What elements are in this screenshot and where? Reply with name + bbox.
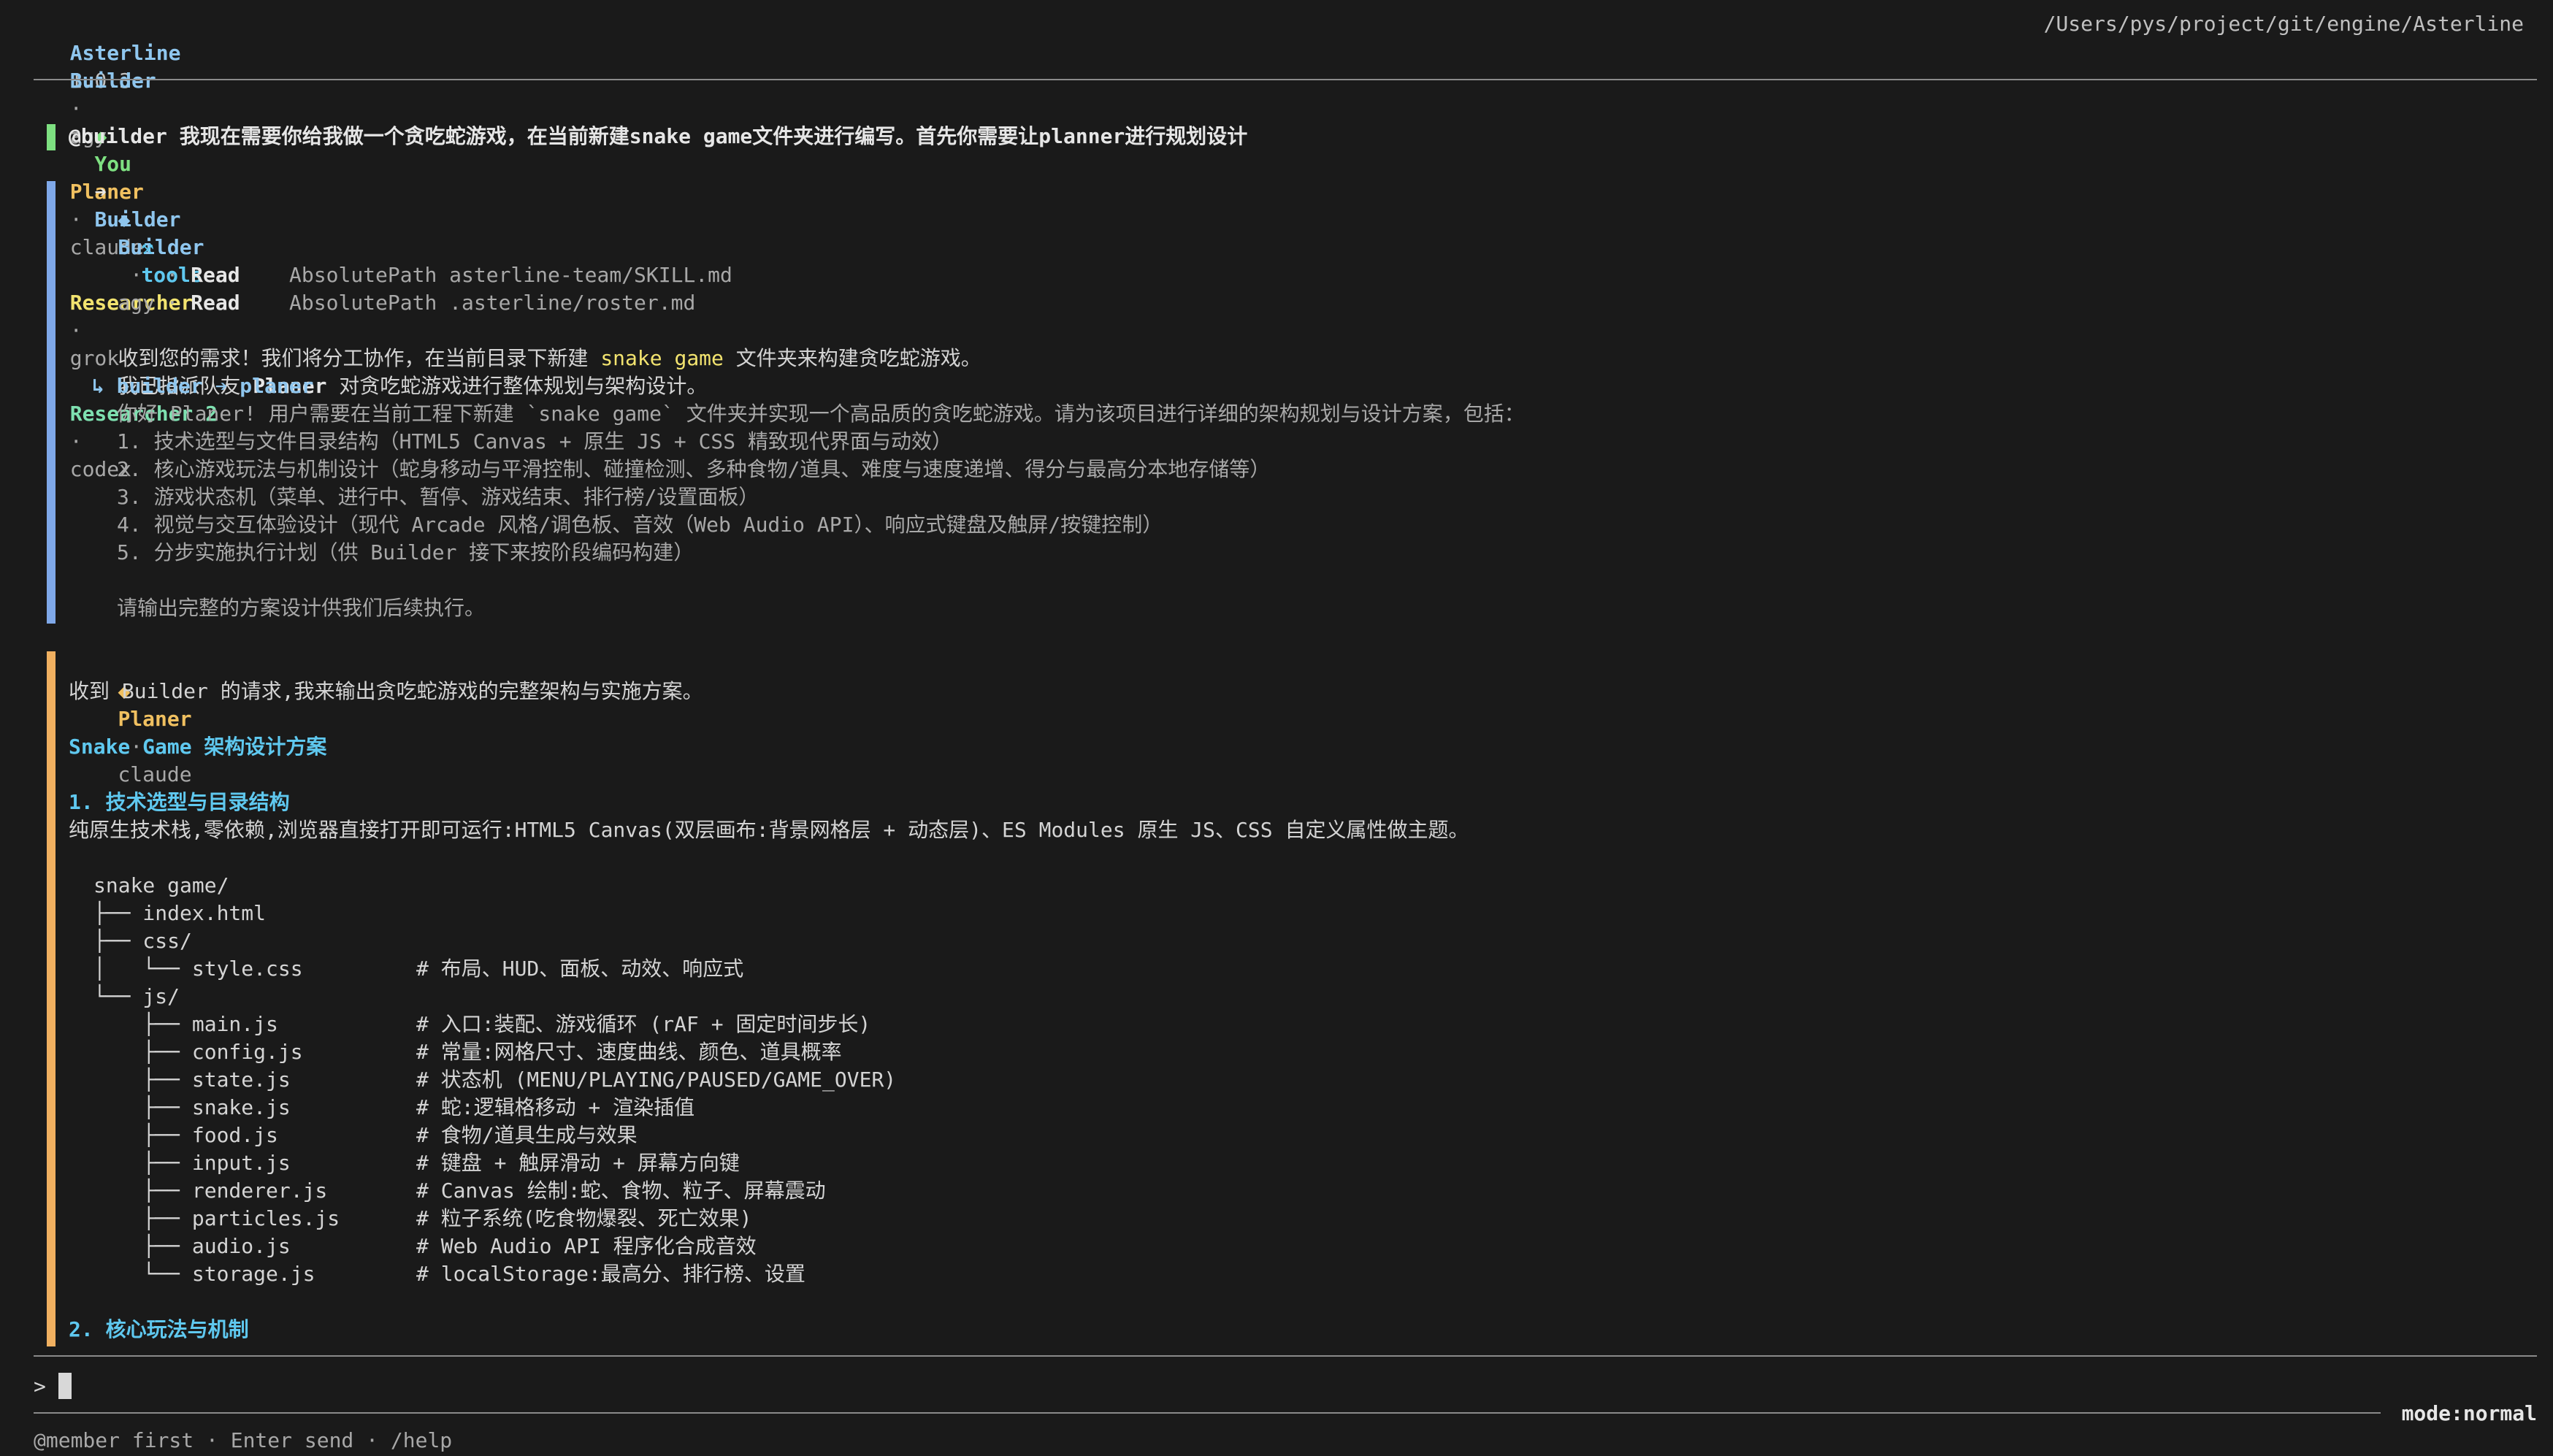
user-message-text: @builder 我现在需要你给我做一个贪吃蛇游戏，在当前新建snake gam… — [69, 124, 1248, 148]
handoff-line: 4. 视觉与交互体验设计（现代 Arcade 风格/调色板、音效（Web Aud… — [117, 513, 1163, 537]
help-hints: @member first · Enter send · /help — [34, 1428, 453, 1452]
tree-comment: # 布局、HUD、面板、动效、响应式 — [416, 957, 744, 981]
tree-line: ├── renderer.js — [93, 1179, 328, 1203]
agent-builder-name[interactable]: Builder — [70, 69, 156, 93]
builder-message-header: ◆ Builder · agy — [118, 207, 204, 315]
tree-line: ├── input.js — [93, 1151, 291, 1175]
handoff-line: 3. 游戏状态机（菜单、进行中、暂停、游戏结束、排行榜/设置面板） — [117, 485, 759, 509]
section-text: 纯原生技术栈,零依赖,浏览器直接打开即可运行:HTML5 Canvas(双层画布… — [69, 818, 1469, 842]
planer-intro: 收到 Builder 的请求,我来输出贪吃蛇游戏的完整架构与实施方案。 — [69, 679, 703, 703]
builder-message-bar — [47, 181, 56, 624]
user-message-bar — [47, 124, 56, 150]
builder-text-line: 我已指派队友 Planer 对贪吃蛇游戏进行整体规划与架构设计。 — [118, 374, 708, 398]
handoff-label: ↳ builder ➔ planer — [92, 374, 314, 398]
app-header: Asterline 1.0.3 — [45, 12, 181, 93]
tree-comment: # Canvas 绘制:蛇、食物、粒子、屏幕震动 — [416, 1179, 826, 1203]
tool-call: · Read AbsolutePath .asterline/roster.md — [166, 291, 696, 315]
tree-comment: # 状态机 (MENU/PLAYING/PAUSED/GAME_OVER) — [416, 1068, 897, 1092]
tree-line: └── storage.js — [93, 1262, 315, 1286]
tree-line: └── js/ — [93, 984, 180, 1008]
user-label: You — [94, 152, 132, 176]
tree-line: ├── index.html — [93, 901, 267, 925]
handoff-line: 你好 Planer! 用户需要在当前工程下新建 `snake game` 文件夹… — [117, 402, 1525, 426]
planer-name: Planer — [118, 707, 192, 731]
handoff-line: 5. 分步实施执行计划（供 Builder 接下来按阶段编码构建） — [117, 540, 694, 564]
tree-line: snake game/ — [93, 873, 229, 897]
mode-indicator: mode:normal — [2401, 1401, 2537, 1425]
input-prompt: > — [34, 1374, 46, 1398]
section-heading: 1. 技术选型与目录结构 — [69, 790, 290, 814]
tree-comment: # Web Audio API 程序化合成音效 — [416, 1234, 757, 1258]
tools-header: ⚒ tools — [92, 206, 202, 287]
tree-line: ├── snake.js — [93, 1095, 291, 1119]
tree-comment: # localStorage:最高分、排行榜、设置 — [416, 1262, 805, 1286]
handoff-line: 1. 技术选型与文件目录结构（HTML5 Canvas + 原生 JS + CS… — [117, 429, 953, 453]
tree-line: ├── main.js — [93, 1012, 278, 1036]
input-divider-bottom — [34, 1412, 2381, 1414]
planer-message-bar — [47, 651, 56, 1346]
tree-line: ├── particles.js — [93, 1206, 340, 1230]
tree-line: ├── css/ — [93, 929, 192, 953]
project-path: /Users/pys/project/git/engine/Asterline — [2043, 12, 2524, 36]
tree-line: ├── config.js — [93, 1040, 303, 1064]
builder-text-line: 收到您的需求！我们将分工协作，在当前目录下新建 snake game 文件夹来构… — [118, 346, 981, 370]
tree-line: ├── state.js — [93, 1068, 291, 1092]
input-cursor[interactable] — [58, 1373, 72, 1399]
tool-call: · Read AbsolutePath asterline-team/SKILL… — [166, 263, 732, 287]
tree-comment: # 蛇:逻辑格移动 + 渲染插值 — [416, 1095, 695, 1119]
header-divider — [34, 79, 2537, 80]
tree-comment: # 粒子系统(吃食物爆裂、死亡效果) — [416, 1206, 752, 1230]
tree-line: ├── audio.js — [93, 1234, 291, 1258]
planer-model: claude — [118, 762, 192, 786]
handoff-closing: 请输出完整的方案设计供我们后续执行。 — [117, 596, 486, 620]
tree-comment: # 常量:网格尺寸、速度曲线、颜色、道具概率 — [416, 1040, 842, 1064]
separator: · — [69, 429, 83, 453]
agent-roster: Builder · agy Planer · claude Researcher… — [45, 39, 218, 481]
input-divider-top — [34, 1355, 2537, 1357]
tree-comment: # 键盘 + 触屏滑动 + 屏幕方向键 — [416, 1151, 740, 1175]
tool-action: Read — [191, 291, 240, 315]
tree-comment: # 食物/道具生成与效果 — [416, 1123, 638, 1147]
tool-arg: AbsolutePath .asterline/roster.md — [289, 291, 696, 315]
tree-line: │ └── style.css — [93, 957, 303, 981]
planer-message-header: ◆ Planer · claude — [118, 679, 192, 786]
tree-line: ├── food.js — [93, 1123, 278, 1147]
message-input[interactable] — [76, 1373, 2486, 1401]
user-message-header: ◆ You ➔ Builder — [45, 95, 180, 231]
section-heading: 2. 核心玩法与机制 — [69, 1317, 249, 1341]
plan-title: Snake Game 架构设计方案 — [69, 735, 327, 759]
tree-comment: # 入口:装配、游戏循环 (rAF + 固定时间步长) — [416, 1012, 871, 1036]
handoff-line: 2. 核心游戏玩法与机制设计（蛇身移动与平滑控制、碰撞检测、多种食物/道具、难度… — [117, 457, 1271, 481]
